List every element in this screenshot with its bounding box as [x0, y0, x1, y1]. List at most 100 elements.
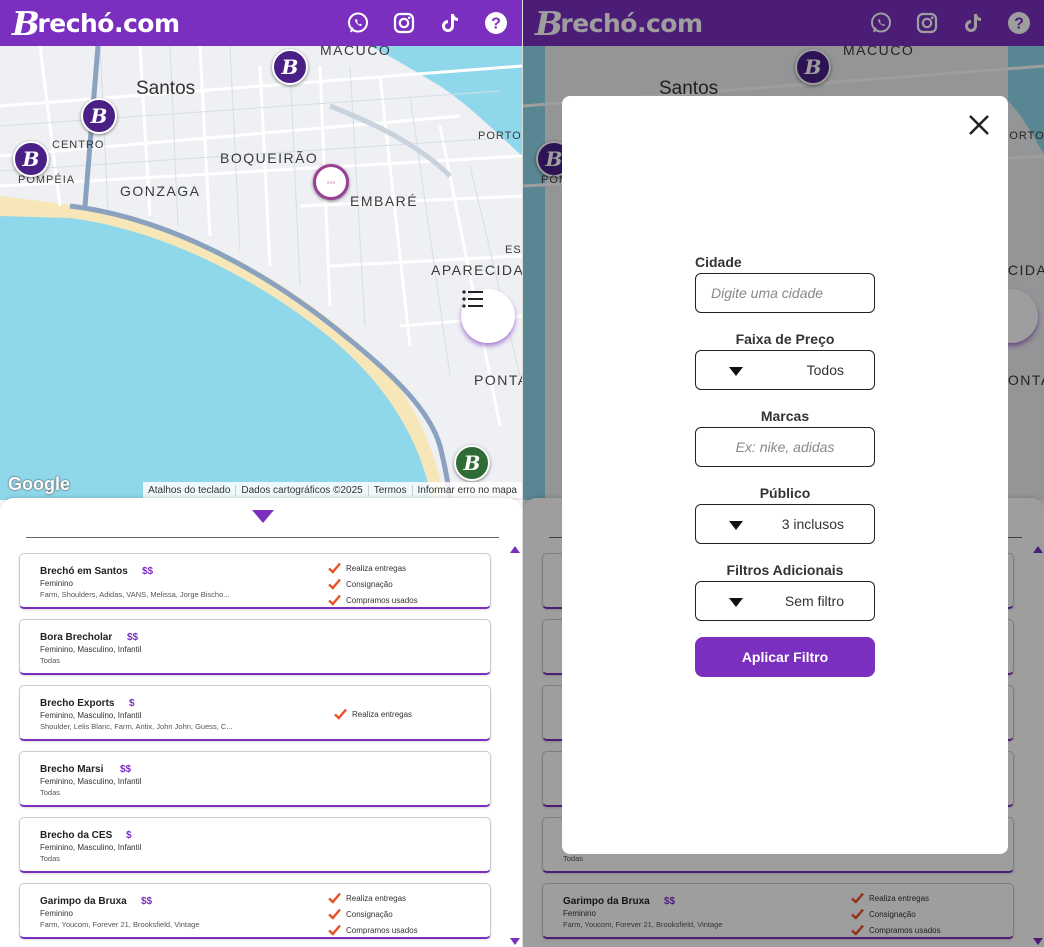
store-feature-label: Compramos usados [346, 595, 418, 605]
report-error-link[interactable]: Informar erro no mapa [411, 484, 523, 496]
list-toggle-button[interactable] [461, 289, 515, 343]
store-feature: Realiza entregas [328, 560, 488, 576]
store-name: Bora Brecholar [40, 632, 113, 643]
store-brands: Todas [40, 854, 61, 863]
store-price: $$ [120, 764, 132, 775]
store-feature-label: Realiza entregas [352, 709, 413, 719]
store-name: Brecho Exports [40, 698, 115, 709]
store-name: Brechó em Santos [40, 566, 128, 577]
store-price: $$ [142, 566, 154, 577]
google-logo: Google [8, 474, 70, 494]
keyboard-shortcuts-link[interactable]: Atalhos do teclado [143, 485, 235, 496]
instagram-icon[interactable] [392, 11, 416, 35]
map-label-ponta: PONTA [474, 372, 522, 388]
map[interactable]: Santos MACUCO CENTRO POMPÉIA BOQUEIRÃO G… [0, 46, 522, 500]
tiktok-icon[interactable] [438, 11, 462, 35]
map-data-credit: Dados cartográficos ©2025 [235, 484, 367, 496]
store-public: Feminino, Masculino, Infantil [40, 645, 142, 654]
scroll-up-icon[interactable] [510, 546, 520, 553]
store-public: Feminino, Masculino, Infantil [40, 843, 142, 852]
extra-filters-label: Filtros Adicionais [726, 562, 844, 578]
scroll-down-icon[interactable] [510, 938, 520, 945]
store-feature: Compramos usados [328, 922, 488, 938]
store-card[interactable]: Brechó em Santos $$ Feminino Farm, Shoulder… [19, 553, 491, 609]
app-header: Brechó.com ? [0, 0, 522, 46]
store-feature-label: Consignação [346, 909, 393, 919]
logo[interactable]: Brechó.com [12, 4, 180, 43]
map-label-embare: EMBARÉ [350, 193, 419, 209]
panel-divider [26, 537, 499, 538]
help-icon[interactable]: ? [484, 11, 508, 35]
check-icon [328, 578, 341, 590]
map-marker-store[interactable]: B [272, 49, 308, 85]
store-price: $$ [127, 632, 139, 643]
city-input[interactable]: Digite uma cidade [695, 273, 875, 313]
store-card[interactable]: Brecho Marsi $$ Feminino, Masculino, Infan… [19, 751, 491, 807]
store-list-panel: Brechó em Santos $$ Feminino Farm, Shoulder… [0, 498, 522, 947]
store-feature: Compramos usados [328, 592, 488, 608]
map-label-aparecida: APARECIDA [431, 262, 522, 278]
map-label-est: ES [505, 244, 522, 256]
map-marker-store[interactable]: B [81, 98, 117, 134]
store-price: $ [126, 830, 132, 841]
store-brands: Todas [40, 788, 61, 797]
store-brands: Shoulder, Lelis Blanc, Farm, Antix, John… [40, 722, 233, 731]
extra-filters-select[interactable]: Sem filtro [695, 581, 875, 621]
store-card[interactable]: Bora Brecholar $$ Feminino, Masculino, Inf… [19, 619, 491, 675]
app-pane-right: Brechó.com ? MACUCO Santos B B PORTO PON… [523, 0, 1044, 947]
filter-modal: Cidade Digite uma cidade Faixa de Preço … [562, 96, 1008, 854]
check-icon [328, 924, 341, 936]
store-card[interactable]: Brecho da CES $ Feminino, Masculino, Infan… [19, 817, 491, 873]
store-feature: Consignação [328, 906, 488, 922]
store-feature-label: Compramos usados [346, 925, 418, 935]
brands-label: Marcas [760, 408, 810, 424]
store-card[interactable]: Brecho Exports $ Feminino, Masculino, Infa… [19, 685, 491, 741]
store-feature-label: Consignação [346, 579, 393, 589]
store-list: Brechó em Santos $$ Feminino Farm, Shoulder… [19, 553, 491, 947]
map-attribution: Atalhos do teclado Dados cartográficos ©… [143, 482, 522, 498]
map-label-porto: PORTO N [478, 130, 522, 142]
price-select[interactable]: Todos [695, 350, 875, 390]
store-feature: Consignação [328, 576, 488, 592]
check-icon [334, 708, 347, 720]
store-features: Realiza entregas Consignação Compramos usa… [328, 890, 488, 938]
store-public: Feminino, Masculino, Infantil [40, 711, 142, 720]
app-pane-left: Brechó.com ? Santos MACUCO CENTRO POMPÉI… [0, 0, 522, 947]
check-icon [328, 562, 341, 574]
store-features: Realiza entregas [334, 706, 494, 722]
store-brands: Farm, Youcom, Forever 21, Brooksfield, V… [40, 920, 200, 929]
store-price: $$ [141, 896, 153, 907]
map-marker-store[interactable]: B [13, 141, 49, 177]
store-feature: Realiza entregas [328, 890, 488, 906]
filter-form: Cidade Digite uma cidade Faixa de Preço … [695, 251, 875, 677]
brands-input[interactable]: Ex: nike, adidas [695, 427, 875, 467]
public-select[interactable]: 3 inclusos [695, 504, 875, 544]
map-marker-store[interactable]: B [454, 445, 490, 481]
social-icons: ? [346, 11, 510, 35]
store-public: Feminino [40, 909, 73, 918]
whatsapp-icon[interactable] [346, 11, 370, 35]
store-public: Feminino, Masculino, Infantil [40, 777, 142, 786]
map-label-boqueirao: BOQUEIRÃO [220, 150, 319, 166]
store-name: Brecho Marsi [40, 764, 104, 775]
check-icon [328, 892, 341, 904]
store-feature: Realiza entregas [334, 706, 494, 722]
check-icon [328, 908, 341, 920]
map-label-santos: Santos [136, 78, 196, 99]
apply-filter-button[interactable]: Aplicar Filtro [695, 637, 875, 677]
store-card[interactable]: Garimpo da Bruxa $$ Feminino Farm, Youcom, … [19, 883, 491, 939]
store-features: Realiza entregas Consignação Compramos usa… [328, 560, 488, 608]
store-name: Garimpo da Bruxa [40, 896, 127, 907]
close-icon [969, 115, 989, 135]
store-brands: Farm, Shoulders, Adidas, VANS, Melissa, … [40, 590, 230, 599]
price-label: Faixa de Preço [735, 331, 835, 347]
store-brands: Todas [40, 656, 61, 665]
collapse-arrow-icon[interactable] [252, 510, 274, 523]
check-icon [328, 594, 341, 606]
map-marker-store[interactable]: ◦◦◦ [313, 164, 349, 200]
map-label-macuco: MACUCO [320, 46, 392, 58]
store-feature-label: Realiza entregas [346, 563, 407, 573]
map-label-centro: CENTRO [52, 139, 105, 151]
terms-link[interactable]: Termos [367, 484, 412, 496]
close-button[interactable] [966, 112, 992, 138]
